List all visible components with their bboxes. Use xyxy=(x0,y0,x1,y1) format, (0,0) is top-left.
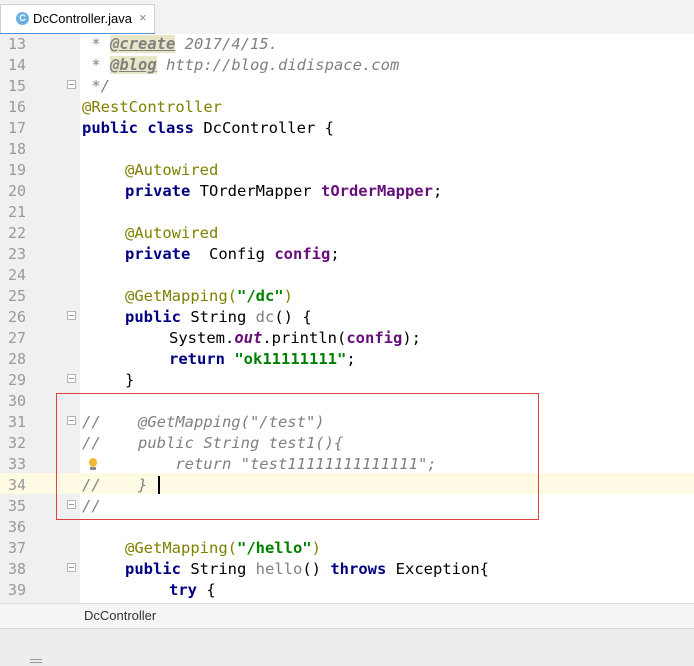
line-number: 37 xyxy=(8,539,27,557)
line-number: 34 xyxy=(8,476,27,494)
line-number: 33 xyxy=(8,455,27,473)
line-number: 19 xyxy=(8,161,27,179)
line-number: 25 xyxy=(8,287,27,305)
code-line-26: public String dc() { xyxy=(125,308,312,326)
code-line-25: @GetMapping("/dc") xyxy=(125,287,293,305)
code-line-37: @GetMapping("/hello") xyxy=(125,539,321,557)
line-number: 14 xyxy=(8,56,27,74)
line-number: 24 xyxy=(8,266,27,284)
line-number: 20 xyxy=(8,182,27,200)
editor-tab-bar: C DcController.java × xyxy=(0,0,694,35)
code-line-39: try { xyxy=(169,581,216,599)
breadcrumb: DcController xyxy=(0,603,694,628)
code-line-22: @Autowired xyxy=(125,224,219,242)
code-line-20: private TOrderMapper tOrderMapper; xyxy=(125,182,443,200)
line-number: 13 xyxy=(8,35,27,53)
tool-window-icon[interactable] xyxy=(30,659,42,665)
code-line-19: @Autowired xyxy=(125,161,219,179)
code-line-38: public String hello() throws Exception{ xyxy=(125,560,489,578)
line-number: 27 xyxy=(8,329,27,347)
tab-filename: DcController.java xyxy=(33,11,132,26)
line-number: 16 xyxy=(8,98,27,116)
line-number: 32 xyxy=(8,434,27,452)
line-number: 18 xyxy=(8,140,27,158)
highlight-box xyxy=(56,393,539,520)
line-number: 31 xyxy=(8,413,27,431)
line-number: 35 xyxy=(8,497,27,515)
line-number: 39 xyxy=(8,581,27,599)
code-line-13: * @create 2017/4/15. xyxy=(82,35,278,53)
line-number: 22 xyxy=(8,224,27,242)
fold-icon[interactable] xyxy=(67,80,76,89)
breadcrumb-item[interactable]: DcController xyxy=(84,608,156,623)
fold-icon[interactable] xyxy=(67,374,76,383)
line-number: 30 xyxy=(8,392,27,410)
status-bar xyxy=(0,628,694,666)
line-number: 28 xyxy=(8,350,27,368)
code-line-17: public class DcController { xyxy=(82,119,334,137)
code-line-28: return "ok11111111"; xyxy=(169,350,356,368)
java-class-icon: C xyxy=(16,12,29,25)
code-line-29: } xyxy=(125,371,135,389)
code-line-23: private Config config; xyxy=(125,245,340,263)
line-number: 36 xyxy=(8,518,27,536)
fold-icon[interactable] xyxy=(67,563,76,572)
line-number: 38 xyxy=(8,560,27,578)
line-number: 21 xyxy=(8,203,27,221)
code-line-27: System.out.println(config); xyxy=(169,329,421,347)
line-number: 17 xyxy=(8,119,27,137)
line-number: 23 xyxy=(8,245,27,263)
code-line-16: @RestController xyxy=(82,98,222,116)
line-number: 15 xyxy=(8,77,27,95)
close-icon[interactable]: × xyxy=(139,10,147,25)
line-number: 26 xyxy=(8,308,27,326)
tab-dccontroller[interactable]: C DcController.java × xyxy=(0,4,155,34)
code-line-15: */ xyxy=(82,77,110,95)
code-line-14: * @blog http://blog.didispace.com xyxy=(82,56,400,74)
fold-icon[interactable] xyxy=(67,311,76,320)
line-number: 29 xyxy=(8,371,27,389)
